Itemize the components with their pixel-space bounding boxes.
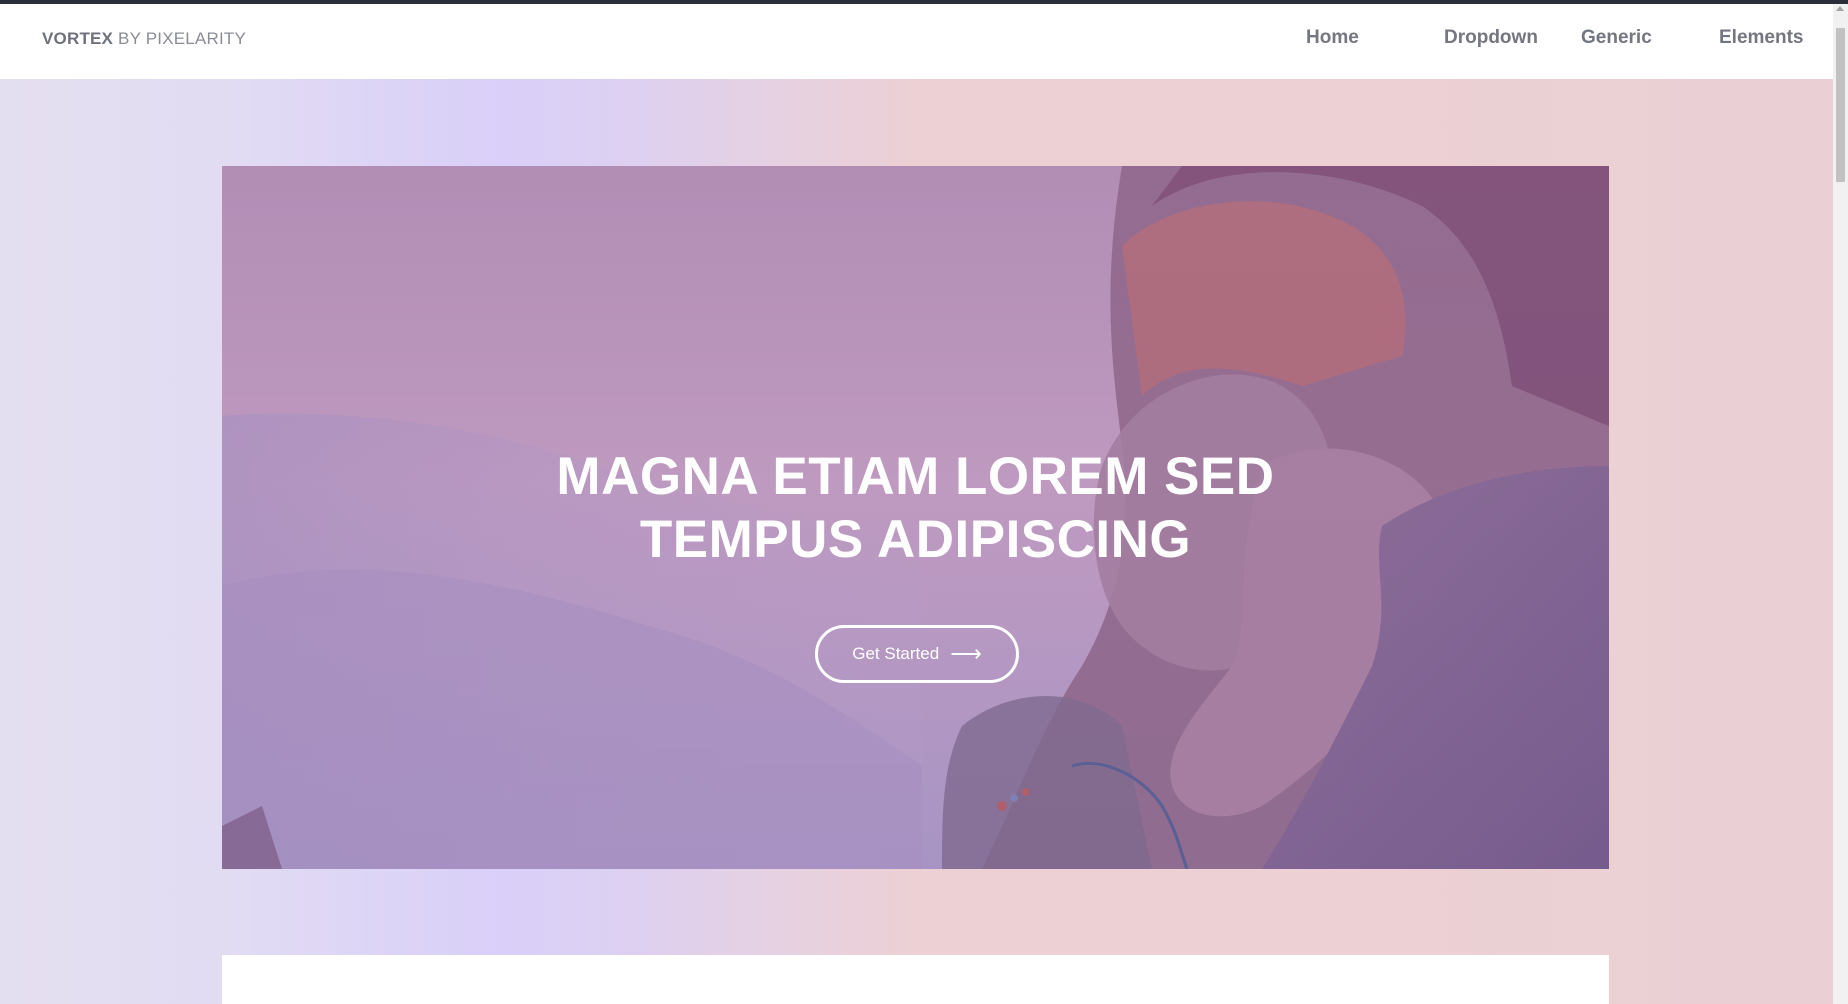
nav-dropdown[interactable]: Dropdown <box>1444 27 1538 49</box>
hero-title-line-1: MAGNA ETIAM LOREM SED <box>556 447 1275 506</box>
brand-tagline: BY PIXELARITY <box>118 29 246 48</box>
hero-banner: MAGNA ETIAM LOREM SED TEMPUS ADIPISCING … <box>222 166 1609 869</box>
arrow-right-icon: ⟶ <box>950 641 982 666</box>
vertical-scrollbar[interactable] <box>1833 4 1848 1004</box>
brand-name: VORTEX <box>42 29 114 48</box>
nav-elements[interactable]: Elements <box>1719 27 1803 49</box>
get-started-button[interactable]: Get Started ⟶ <box>815 625 1019 683</box>
scrollbar-thumb[interactable] <box>1836 28 1845 182</box>
hero-title: MAGNA ETIAM LOREM SED TEMPUS ADIPISCING <box>222 445 1609 571</box>
scroll-up-icon[interactable] <box>1836 6 1844 11</box>
get-started-label: Get Started <box>852 644 940 663</box>
page-viewport: VORTEX BY PIXELARITY Home Dropdown Gener… <box>0 0 1848 1004</box>
hero-title-line-2: TEMPUS ADIPISCING <box>639 510 1192 569</box>
nav-home[interactable]: Home <box>1306 27 1359 49</box>
site-header: VORTEX BY PIXELARITY Home Dropdown Gener… <box>0 4 1833 79</box>
nav-generic[interactable]: Generic <box>1581 27 1652 49</box>
brand-logo[interactable]: VORTEX BY PIXELARITY <box>42 29 246 49</box>
content-section <box>222 955 1609 1004</box>
